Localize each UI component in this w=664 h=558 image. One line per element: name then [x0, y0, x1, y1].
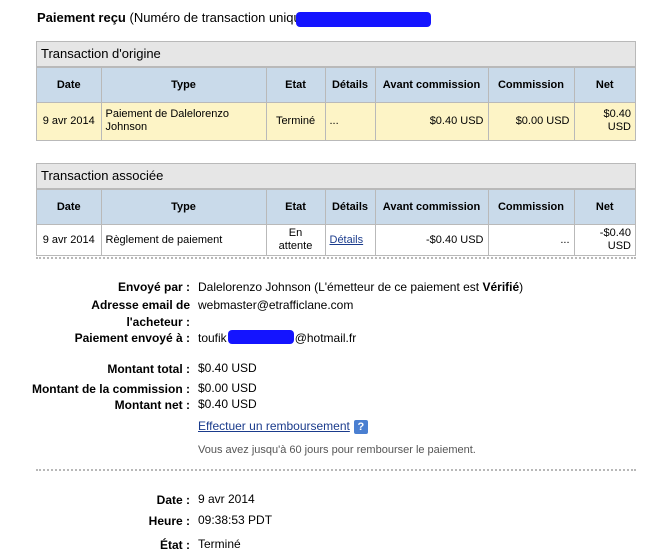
net-amount-value: $0.40 USD: [198, 397, 257, 411]
cell-etat: Terminé: [265, 102, 326, 140]
page-title: Paiement reçu (Numéro de transaction uni…: [37, 10, 308, 25]
help-icon[interactable]: ?: [353, 419, 368, 434]
page-title-rest: (Numéro de transaction unique: [125, 10, 308, 25]
cell-commission: $0.00 USD: [487, 102, 575, 140]
table-row: 9 avr 2014 Règlement de paiement En atte…: [37, 224, 635, 255]
status-value: Terminé: [198, 537, 241, 551]
col-etat: Etat: [265, 67, 326, 103]
total-amount-value: $0.40 USD: [198, 361, 257, 375]
buyer-email-label: Adresse email de l'acheteur :: [91, 298, 190, 329]
net-amount-label: Montant net :: [114, 398, 190, 412]
total-amount-label: Montant total :: [107, 362, 190, 376]
col-date: Date: [37, 67, 102, 103]
col-avant-commission: Avant commission: [374, 67, 489, 103]
sender-value: Dalelorenzo Johnson (L'émetteur de ce pa…: [198, 280, 523, 294]
related-transaction-section: Transaction associée Date Type Etat Déta…: [36, 163, 636, 256]
cell-type: Règlement de paiement: [100, 224, 267, 255]
refund-row: Effectuer un remboursement?: [198, 419, 368, 434]
col-avant-commission: Avant commission: [374, 189, 489, 225]
origin-transaction-table: Date Type Etat Détails Avant commission …: [37, 67, 635, 140]
col-etat: Etat: [265, 189, 326, 225]
col-details: Détails: [324, 189, 376, 225]
page-title-bold: Paiement reçu: [37, 10, 126, 25]
cell-details: Détails: [324, 224, 376, 255]
sender-label: Envoyé par :: [117, 280, 190, 294]
sent-to-label: Paiement envoyé à :: [74, 331, 190, 345]
sender-value-end: ): [519, 280, 524, 294]
status-label: État :: [160, 538, 190, 552]
related-header-row: Date Type Etat Détails Avant commission …: [37, 189, 635, 225]
col-type: Type: [100, 67, 267, 103]
related-section-title: Transaction associée: [37, 164, 635, 189]
sender-name: Dalelorenzo Johnson (L'émetteur de ce pa…: [198, 280, 483, 294]
cell-avant: -$0.40 USD: [374, 224, 489, 255]
col-net: Net: [573, 67, 635, 103]
col-commission: Commission: [487, 189, 575, 225]
cell-net: -$0.40 USD: [573, 224, 635, 255]
divider: [36, 257, 636, 259]
col-date: Date: [37, 189, 102, 225]
col-commission: Commission: [487, 67, 575, 103]
details-link[interactable]: Détails: [330, 234, 364, 246]
divider: [36, 469, 636, 471]
date-value: 9 avr 2014: [198, 492, 255, 506]
cell-type: Paiement de Dalelorenzo Johnson: [100, 102, 267, 140]
sent-to-suffix: @hotmail.fr: [294, 331, 357, 345]
col-details: Détails: [324, 67, 376, 103]
cell-net: $0.40 USD: [573, 102, 635, 140]
sent-to-prefix: toufik: [198, 331, 227, 345]
origin-section-title: Transaction d'origine: [37, 42, 635, 67]
redacted-transaction-id: [296, 12, 431, 27]
commission-amount-value: $0.00 USD: [198, 381, 257, 395]
date-label: Date :: [156, 493, 190, 507]
sender-verified-status: Vérifié: [482, 280, 520, 294]
cell-date: 9 avr 2014: [37, 224, 102, 255]
col-net: Net: [573, 189, 635, 225]
buyer-email-value: webmaster@etrafficlane.com: [198, 298, 354, 312]
time-label: Heure :: [148, 514, 190, 528]
table-row: 9 avr 2014 Paiement de Dalelorenzo Johns…: [37, 102, 635, 140]
refund-link[interactable]: Effectuer un remboursement: [198, 419, 350, 433]
sent-to-value: toufik @hotmail.fr: [198, 330, 356, 345]
origin-transaction-section: Transaction d'origine Date Type Etat Dét…: [36, 41, 636, 141]
redacted-email: [227, 330, 294, 344]
cell-date: 9 avr 2014: [37, 102, 102, 140]
cell-avant: $0.40 USD: [374, 102, 489, 140]
commission-amount-label: Montant de la commission :: [31, 382, 190, 396]
col-type: Type: [100, 189, 267, 225]
cell-etat: En attente: [265, 224, 326, 255]
time-value: 09:38:53 PDT: [198, 513, 273, 527]
cell-commission: ...: [487, 224, 575, 255]
related-transaction-table: Date Type Etat Détails Avant commission …: [37, 189, 635, 255]
refund-note: Vous avez jusqu'à 60 jours pour rembours…: [198, 444, 476, 456]
origin-header-row: Date Type Etat Détails Avant commission …: [37, 67, 635, 103]
cell-details: ...: [324, 102, 376, 140]
